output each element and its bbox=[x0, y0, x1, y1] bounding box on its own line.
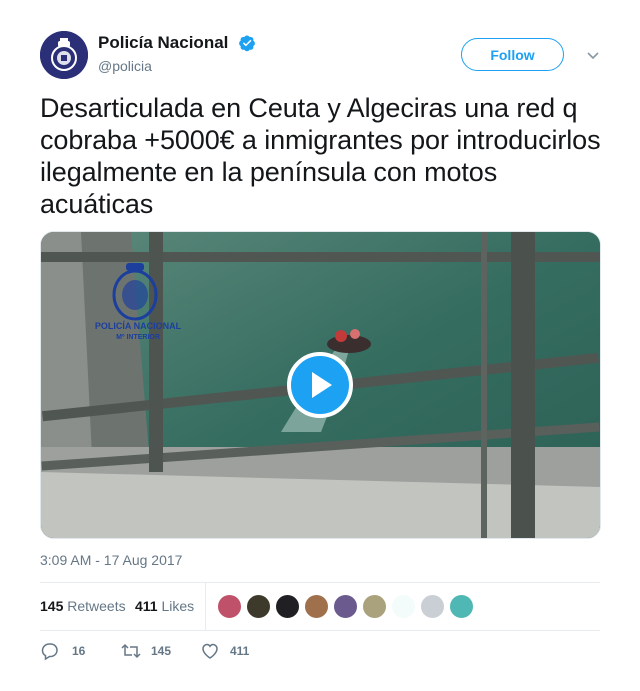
liker-avatar[interactable] bbox=[275, 594, 300, 619]
watermark-line-1: POLICÍA NACIONAL bbox=[95, 321, 182, 331]
tweet-timestamp[interactable]: 3:09 AM - 17 Aug 2017 bbox=[40, 552, 182, 568]
like-button[interactable]: 411 bbox=[200, 640, 260, 662]
account-names: Policía Nacional @policia bbox=[98, 33, 256, 74]
account-handle[interactable]: @policia bbox=[98, 58, 256, 74]
retweet-button[interactable]: 145 bbox=[120, 640, 180, 662]
retweets-stat[interactable]: 145 Retweets bbox=[40, 598, 126, 614]
retweet-icon bbox=[121, 643, 141, 659]
heart-icon bbox=[202, 643, 218, 659]
video-player[interactable]: POLICÍA NACIONAL Mº INTERIOR bbox=[40, 231, 601, 539]
tweet-stats: 145 Retweets 411 Likes bbox=[40, 582, 600, 631]
watermark-line-2: Mº INTERIOR bbox=[116, 334, 160, 341]
avatar[interactable] bbox=[40, 31, 88, 79]
reply-icon bbox=[41, 643, 58, 661]
tweet-actions: 16 145 411 bbox=[40, 640, 600, 664]
liker-avatar[interactable] bbox=[246, 594, 271, 619]
likes-count: 411 bbox=[135, 598, 158, 614]
chevron-down-icon[interactable] bbox=[586, 48, 600, 62]
retweets-count: 145 bbox=[40, 598, 64, 614]
likes-stat[interactable]: 411 Likes bbox=[135, 598, 194, 614]
display-name[interactable]: Policía Nacional bbox=[98, 33, 228, 53]
tweet-header: Policía Nacional @policia Follow bbox=[40, 31, 600, 81]
retweet-count: 145 bbox=[151, 644, 172, 658]
like-count: 411 bbox=[230, 644, 250, 658]
liker-avatar[interactable] bbox=[420, 594, 445, 619]
likes-label: Likes bbox=[161, 598, 195, 614]
verified-badge-icon bbox=[238, 35, 255, 52]
play-icon bbox=[312, 372, 332, 398]
liker-avatar[interactable] bbox=[217, 594, 242, 619]
liker-avatar[interactable] bbox=[391, 594, 416, 619]
retweets-label: Retweets bbox=[67, 598, 126, 614]
liker-avatar[interactable] bbox=[449, 594, 474, 619]
liker-avatar[interactable] bbox=[362, 594, 387, 619]
reply-count: 16 bbox=[72, 644, 86, 658]
play-button[interactable] bbox=[287, 352, 353, 418]
liker-avatar[interactable] bbox=[333, 594, 358, 619]
liker-avatar[interactable] bbox=[304, 594, 329, 619]
follow-button[interactable]: Follow bbox=[461, 38, 564, 71]
reply-button[interactable]: 16 bbox=[40, 640, 90, 662]
tweet-text: Desarticulada en Ceuta y Algeciras una r… bbox=[40, 93, 601, 219]
stats-divider bbox=[205, 583, 206, 630]
